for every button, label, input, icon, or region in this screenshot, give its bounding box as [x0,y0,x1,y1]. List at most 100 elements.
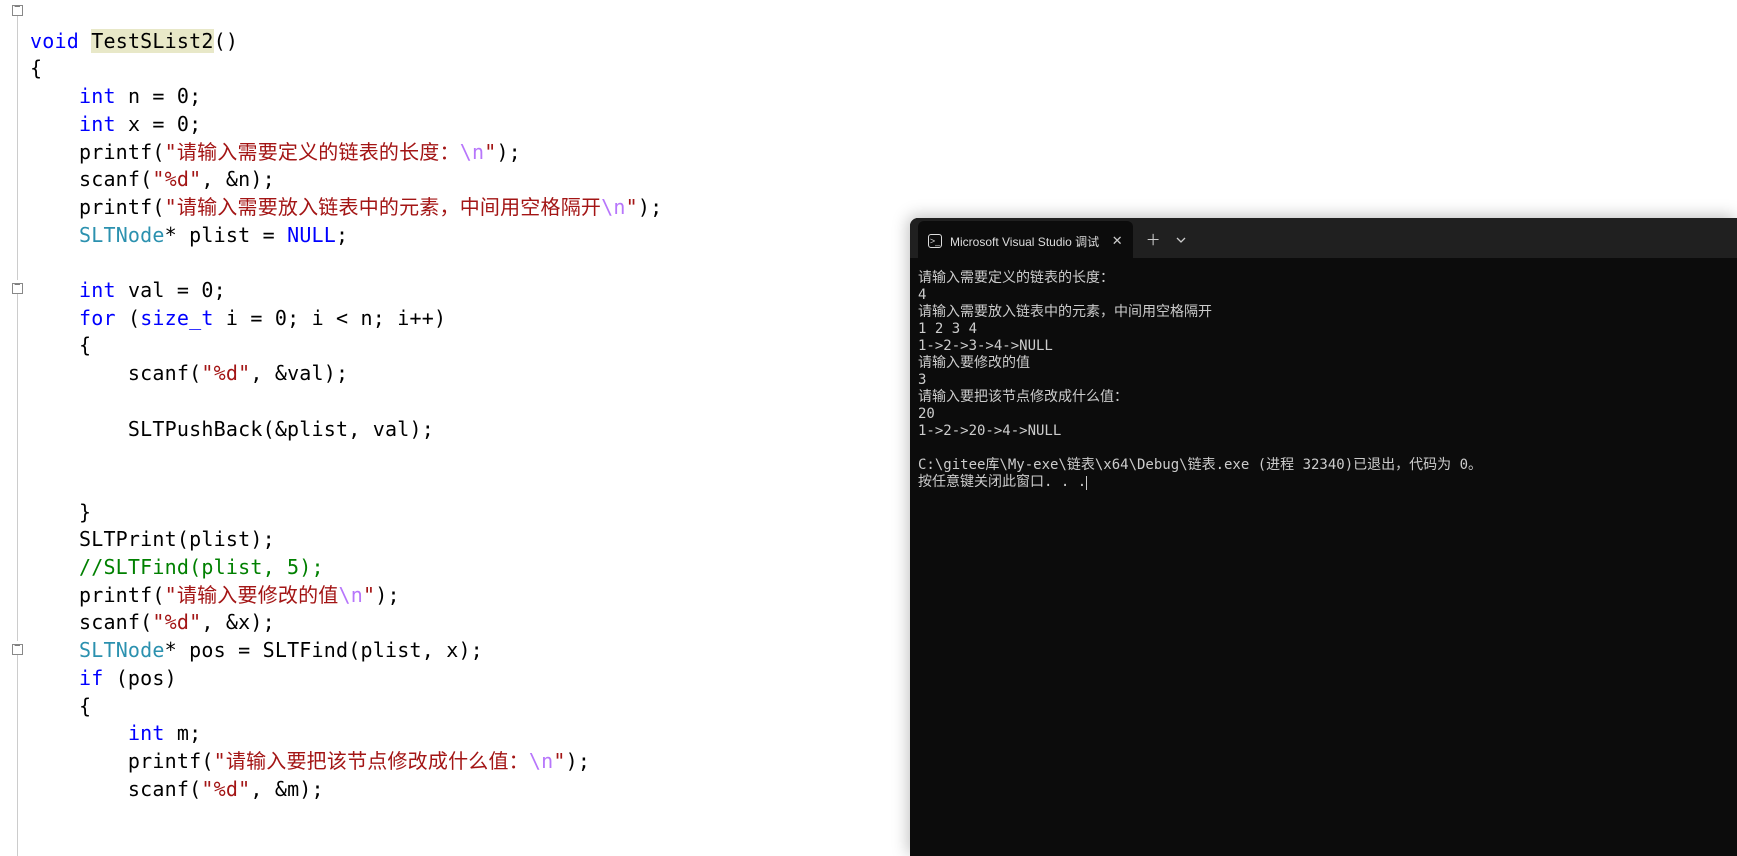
code-text: ); [496,140,520,164]
code-text: ); [638,195,662,219]
code-text: printf( [30,140,165,164]
keyword: int [79,112,116,136]
terminal-line: C:\gitee库\My-exe\链表\x64\Debug\链表.exe (进程… [918,457,1482,473]
terminal-line: 1 2 3 4 [918,321,977,337]
string: "%d" [152,610,201,634]
code-text: * pos = SLTFind(plist, x); [165,638,483,662]
code-text: scanf( [30,610,152,634]
fold-guide [17,655,18,856]
type: size_t [140,306,213,330]
brace: { [30,56,42,80]
code-text: scanf( [30,361,201,385]
code-text: n = 0; [116,84,202,108]
string: "%d" [201,361,250,385]
escape: \n [601,195,625,219]
code-text: , &m); [250,777,323,801]
code-text [30,638,79,662]
gutter [0,0,30,856]
code-text [30,112,79,136]
tab-dropdown-button[interactable] [1169,224,1193,256]
comment: //SLTFind(plist, 5); [30,555,324,579]
terminal-line: 按任意键关闭此窗口. . . [918,474,1086,490]
terminal-tab[interactable]: >_ Microsoft Visual Studio 调试 ✕ [918,221,1133,261]
terminal-tab-title: Microsoft Visual Studio 调试 [950,233,1099,250]
code-text: , &val); [250,361,348,385]
keyword: if [79,666,103,690]
brace: } [30,500,91,524]
escape: \n [460,140,484,164]
code-text: ); [566,749,590,773]
string: "请输入要修改的值 [165,583,339,607]
keyword: int [79,84,116,108]
chevron-down-icon [1176,235,1186,245]
code-text: * plist = [165,223,287,247]
terminal-output[interactable]: 请输入需要定义的链表的长度： 4 请输入需要放入链表中的元素，中间用空格隔开 1… [910,258,1737,503]
keyword: int [79,278,116,302]
code-text: ( [116,306,140,330]
fold-guide [17,294,18,641]
terminal-line: 1->2->20->4->NULL [918,423,1061,439]
string: "%d" [201,777,250,801]
code-text [30,278,79,302]
code-text: , &n); [201,167,274,191]
keyword: NULL [287,223,336,247]
code-text: printf( [30,195,165,219]
string: " [553,749,565,773]
terminal-line: 请输入需要定义的链表的长度： [918,270,1114,286]
code-text: printf( [30,749,214,773]
keyword: void [30,29,91,53]
close-icon[interactable]: ✕ [1111,235,1123,247]
code-text [30,306,79,330]
type: SLTNode [79,223,165,247]
code-text: ); [375,583,399,607]
string: " [626,195,638,219]
fold-icon[interactable] [12,644,23,655]
escape: \n [339,583,363,607]
string: " [484,140,496,164]
new-tab-button[interactable]: ＋ [1137,224,1169,256]
code-text [30,666,79,690]
code-text: () [214,29,238,53]
code-text [30,84,79,108]
terminal-line: 请输入要修改的值 [918,355,1030,371]
code-text: SLTPushBack(&plist, val); [30,417,434,441]
keyword: int [128,721,165,745]
code-text [30,223,79,247]
fold-icon[interactable] [12,283,23,294]
function-name: TestSList2 [91,29,213,53]
string: "请输入要把该节点修改成什么值： [214,749,529,773]
brace: { [30,694,91,718]
code-text: scanf( [30,777,201,801]
code-text: x = 0; [116,112,202,136]
terminal-line: 请输入需要放入链表中的元素，中间用空格隔开 [918,304,1212,320]
terminal-line: 3 [918,372,926,388]
terminal-line: 4 [918,287,926,303]
code-text: scanf( [30,167,152,191]
brace: { [30,333,91,357]
string: " [363,583,375,607]
escape: \n [529,749,553,773]
code-text: i = 0; i < n; i++) [214,306,447,330]
type: SLTNode [79,638,165,662]
code-area[interactable]: void TestSList2() { int n = 0; int x = 0… [30,0,662,803]
terminal-line: 20 [918,406,935,422]
code-text: m; [165,721,202,745]
terminal-window[interactable]: >_ Microsoft Visual Studio 调试 ✕ ＋ 请输入需要定… [910,218,1737,856]
terminal-cursor [1086,476,1087,490]
code-text [30,721,128,745]
fold-guide [17,16,18,280]
string: "%d" [152,167,201,191]
terminal-line: 请输入要把该节点修改成什么值： [918,389,1128,405]
code-text: (pos) [103,666,176,690]
code-text: , &x); [201,610,274,634]
terminal-line: 1->2->3->4->NULL [918,338,1053,354]
fold-icon[interactable] [12,5,23,16]
code-text: val = 0; [116,278,226,302]
code-text: ; [336,223,348,247]
keyword: for [79,306,116,330]
code-text: printf( [30,583,165,607]
code-text: SLTPrint(plist); [30,527,275,551]
terminal-app-icon: >_ [928,234,942,248]
string: "请输入需要定义的链表的长度： [165,140,460,164]
terminal-titlebar[interactable]: >_ Microsoft Visual Studio 调试 ✕ ＋ [910,218,1737,258]
